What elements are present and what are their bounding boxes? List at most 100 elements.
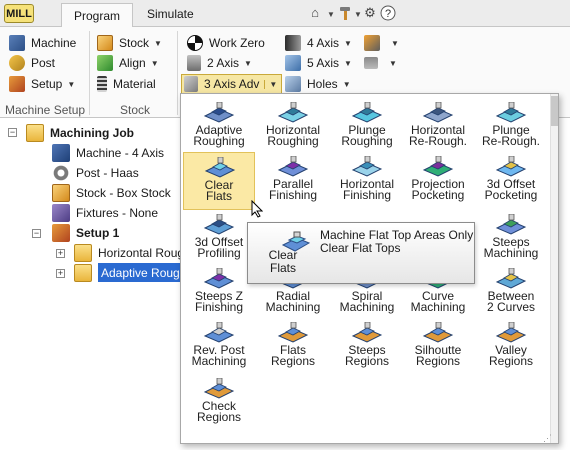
group-divider <box>89 31 90 115</box>
op-horizontal-roughing[interactable]: Horizontal Roughing <box>257 98 329 156</box>
op-parallel-finishing[interactable]: Parallel Finishing <box>257 152 329 210</box>
chevron-down-icon: ▼ <box>67 79 76 89</box>
op-steeps-machining[interactable]: Steeps Machining <box>475 210 547 268</box>
op-valley-regions[interactable]: Valley Regions <box>475 318 547 376</box>
op-steeps-z-finishing[interactable]: Steeps Z Finishing <box>183 264 255 322</box>
op-3d-offset-profiling[interactable]: 3d Offset Profiling <box>183 210 255 268</box>
ribbon-tab-bar: MILL Program Simulate ⌂ ▼ ▼ ⚙ ? <box>0 0 570 27</box>
svg-text:?: ? <box>385 8 391 20</box>
five-axis-button[interactable]: 5 Axis ▼ <box>285 53 352 73</box>
align-icon <box>97 55 113 71</box>
mouse-cursor-icon <box>251 199 264 218</box>
two-axis-button[interactable]: 2 Axis ▼ <box>187 53 252 73</box>
tree-node-fixtures[interactable]: Fixtures - None <box>52 203 158 222</box>
op-horizontal-re-rough[interactable]: Horizontal Re-Rough. <box>402 98 474 156</box>
tree-node-stock[interactable]: Stock - Box Stock <box>52 183 171 202</box>
op-steeps-regions[interactable]: Steeps Regions <box>331 318 403 376</box>
group-divider <box>177 31 178 115</box>
op-plunge-re-rough[interactable]: Plunge Re-Rough. <box>475 98 547 156</box>
folder-icon <box>26 123 44 142</box>
op-projection-pocketing[interactable]: Projection Pocketing <box>402 152 474 210</box>
tree-node-label: Post - Haas <box>76 165 139 180</box>
tree-tools-button[interactable]: ▼ <box>364 53 397 73</box>
op-silhoutte-regions[interactable]: Silhoutte Regions <box>402 318 474 376</box>
three-axis-adv-icon <box>184 76 198 92</box>
chevron-down-icon: ▼ <box>342 79 351 89</box>
holes-button[interactable]: Holes ▼ <box>285 74 351 94</box>
op-3d-offset-pocketing[interactable]: 3d Offset Pocketing <box>475 152 547 210</box>
gear-icon <box>52 163 70 182</box>
wrench-icon <box>364 35 380 51</box>
tools-button[interactable]: ▼ <box>364 33 399 53</box>
hierarchy-icon <box>364 57 378 69</box>
three-axis-adv-button[interactable]: 3 Axis Adv ▼ <box>181 74 283 94</box>
between-2-curves-icon <box>495 267 527 290</box>
collapse-toggle[interactable]: − <box>8 128 17 137</box>
material-icon <box>97 76 107 92</box>
op-clear-flats[interactable]: Clear Flats <box>183 152 255 210</box>
op-horizontal-finishing[interactable]: Horizontal Finishing <box>331 152 403 210</box>
op-label: Adaptive Roughing <box>193 123 245 148</box>
tree-node-setup[interactable]: Setup 1 <box>52 223 119 242</box>
gear-icon[interactable]: ⚙ <box>362 5 378 21</box>
home-icon[interactable]: ⌂ <box>307 5 323 21</box>
chevron-down-icon: ▼ <box>391 38 399 48</box>
tree-node-post[interactable]: Post - Haas <box>52 163 139 182</box>
op-adaptive-roughing[interactable]: Adaptive Roughing <box>183 98 255 156</box>
work-zero-button[interactable]: Work Zero <box>187 33 265 53</box>
op-label: 3d Offset Pocketing <box>484 177 538 202</box>
op-label: Horizontal Re-Rough. <box>408 123 468 148</box>
expand-toggle[interactable]: + <box>56 249 65 258</box>
tab-program[interactable]: Program <box>61 3 133 27</box>
stock-button[interactable]: Stock ▼ <box>97 33 162 53</box>
op-plunge-roughing[interactable]: Plunge Roughing <box>331 98 403 156</box>
tree-node-label: Machining Job <box>50 125 134 140</box>
expand-toggle[interactable]: + <box>56 269 65 278</box>
tree-node-machine[interactable]: Machine - 4 Axis <box>52 143 164 162</box>
chevron-down-icon: ▼ <box>389 58 397 68</box>
four-axis-button[interactable]: 4 Axis ▼ <box>285 33 352 53</box>
setup-button[interactable]: Setup ▼ <box>9 74 75 94</box>
work-zero-label: Work Zero <box>209 36 265 50</box>
op-rev-post-machining[interactable]: Rev. Post Machining <box>183 318 255 376</box>
tree-node-machining-job[interactable]: Machining Job <box>26 123 134 142</box>
mill-app-button[interactable]: MILL <box>4 4 34 23</box>
op-label: Plunge Roughing <box>341 123 393 148</box>
align-label: Align <box>119 56 146 70</box>
tab-simulate[interactable]: Simulate <box>147 7 194 21</box>
help-icon[interactable]: ? <box>380 5 396 21</box>
op-label: Projection Pocketing <box>411 177 465 202</box>
op-label: 3d Offset Profiling <box>194 235 244 260</box>
tooltip-description: Machine Flat Top Areas Only Clear Flat T… <box>320 228 474 255</box>
plunge-roughing-icon <box>351 101 383 124</box>
resize-grip-icon[interactable]: ⋰ <box>543 434 555 443</box>
tree-node-adaptive-roughing[interactable]: Adaptive Rough <box>74 263 191 282</box>
work-zero-icon <box>187 35 203 51</box>
five-axis-icon <box>285 55 301 71</box>
material-button[interactable]: Material <box>97 74 156 94</box>
scrollbar-thumb[interactable] <box>551 96 558 126</box>
horizontal-roughing-icon <box>277 101 309 124</box>
plunge-re-rough-icon <box>495 101 527 124</box>
post-button[interactable]: Post <box>9 53 55 73</box>
steeps-z-finishing-icon <box>203 267 235 290</box>
tree-node-label: Machine - 4 Axis <box>76 145 165 160</box>
align-button[interactable]: Align ▼ <box>97 53 159 73</box>
setup-icon <box>52 223 70 242</box>
op-check-regions[interactable]: Check Regions <box>183 374 255 432</box>
tree-node-horizontal-roughing[interactable]: Horizontal Roug <box>74 243 184 262</box>
four-axis-label: 4 Axis <box>307 36 340 50</box>
five-axis-label: 5 Axis <box>307 56 340 70</box>
op-label: Radial Machining <box>265 289 321 314</box>
dropdown-scrollbar[interactable] <box>550 94 558 443</box>
op-flats-regions[interactable]: Flats Regions <box>257 318 329 376</box>
chevron-down-icon: ▼ <box>150 58 159 68</box>
op-label: Spiral Machining <box>339 289 395 314</box>
steeps-regions-icon <box>351 321 383 344</box>
collapse-toggle[interactable]: − <box>32 229 41 238</box>
machine-button[interactable]: Machine <box>9 33 76 53</box>
op-between-2-curves[interactable]: Between 2 Curves <box>475 264 547 322</box>
post-icon <box>9 55 25 71</box>
post-label: Post <box>31 56 56 70</box>
four-axis-icon <box>285 35 301 51</box>
